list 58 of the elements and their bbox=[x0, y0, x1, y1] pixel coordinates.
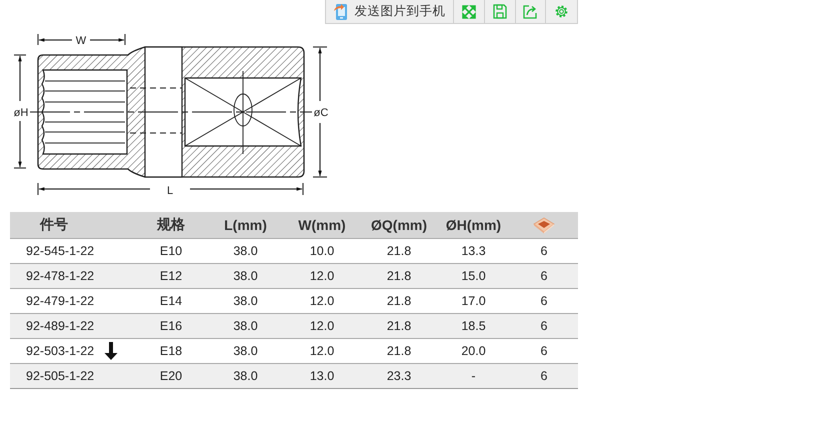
table-cell-text: 38.0 bbox=[232, 268, 259, 285]
table-cell-text: 38.0 bbox=[232, 243, 259, 260]
settings-icon bbox=[554, 4, 570, 19]
column-header: 规格 bbox=[156, 215, 186, 234]
table-cell-text: 13.0 bbox=[308, 368, 336, 385]
table-cell-text: 6 bbox=[540, 293, 548, 310]
table-cell-text: E10 bbox=[158, 243, 184, 260]
table-cell-text: 23.3 bbox=[386, 368, 412, 385]
table-cell-text: 6 bbox=[540, 318, 548, 335]
table-cell-text: 38.0 bbox=[232, 318, 259, 335]
box-icon bbox=[533, 216, 555, 234]
table-cell-text: 6 bbox=[540, 368, 548, 385]
phone-icon bbox=[333, 2, 350, 20]
table-cell-text: 12.0 bbox=[308, 318, 336, 335]
table-cell-text: 6 bbox=[540, 343, 548, 360]
dimension-label: øC bbox=[314, 107, 328, 119]
table-cell-text: 21.8 bbox=[386, 243, 412, 260]
table-cell-text: 12.0 bbox=[308, 293, 336, 310]
table-cell-text: 17.0 bbox=[460, 293, 487, 310]
table-cell-text: E14 bbox=[158, 293, 184, 310]
dimension-label: L bbox=[166, 185, 174, 197]
table-cell-text: 15.0 bbox=[460, 268, 487, 285]
share-icon bbox=[522, 4, 538, 19]
table-cell: 92-545-1-22 bbox=[26, 244, 94, 258]
table-cell-text: 10.0 bbox=[308, 243, 336, 260]
table-cell-text: 20.0 bbox=[460, 343, 487, 360]
table-cell-text: 12.0 bbox=[308, 343, 336, 360]
table-cell-text: E18 bbox=[158, 343, 184, 360]
table-cell-text: E16 bbox=[158, 318, 184, 335]
dimension-label: øH bbox=[14, 107, 28, 119]
table-cell-text: 6 bbox=[540, 243, 548, 260]
table-cell: 92-478-1-22 bbox=[26, 269, 94, 283]
table-cell-text: E12 bbox=[158, 268, 184, 285]
table-cell-text: - bbox=[470, 368, 477, 385]
table-cell-text: 12.0 bbox=[308, 268, 336, 285]
table-cell: 92-505-1-22 bbox=[26, 369, 94, 383]
table-cell-text: 21.8 bbox=[386, 268, 412, 285]
table-cell: 92-503-1-22 bbox=[26, 344, 94, 358]
column-header: ØH(mm) bbox=[444, 216, 502, 235]
table-cell: 92-489-1-22 bbox=[26, 319, 94, 333]
table-cell-text: 6 bbox=[540, 268, 548, 285]
column-header: L(mm) bbox=[223, 216, 268, 235]
table-cell-text: E20 bbox=[158, 368, 184, 385]
table-cell-text: 38.0 bbox=[232, 293, 259, 310]
table-cell: 92-479-1-22 bbox=[26, 294, 94, 308]
table-cell-text: 21.8 bbox=[386, 318, 412, 335]
table-cell-text: 21.8 bbox=[386, 343, 412, 360]
table-cell-text: 38.0 bbox=[232, 343, 259, 360]
table-cell-text: 18.5 bbox=[460, 318, 487, 335]
table-cell-text: 38.0 bbox=[232, 368, 259, 385]
column-header: W(mm) bbox=[297, 216, 347, 235]
table-cell-text: 13.3 bbox=[460, 243, 487, 260]
dimension-label: W bbox=[76, 35, 86, 47]
expand-icon bbox=[462, 4, 476, 18]
down-arrow-icon bbox=[104, 341, 118, 361]
column-header: 件号 bbox=[38, 215, 69, 234]
table-cell-text: 21.8 bbox=[386, 293, 412, 310]
column-header: ØQ(mm) bbox=[370, 216, 428, 235]
